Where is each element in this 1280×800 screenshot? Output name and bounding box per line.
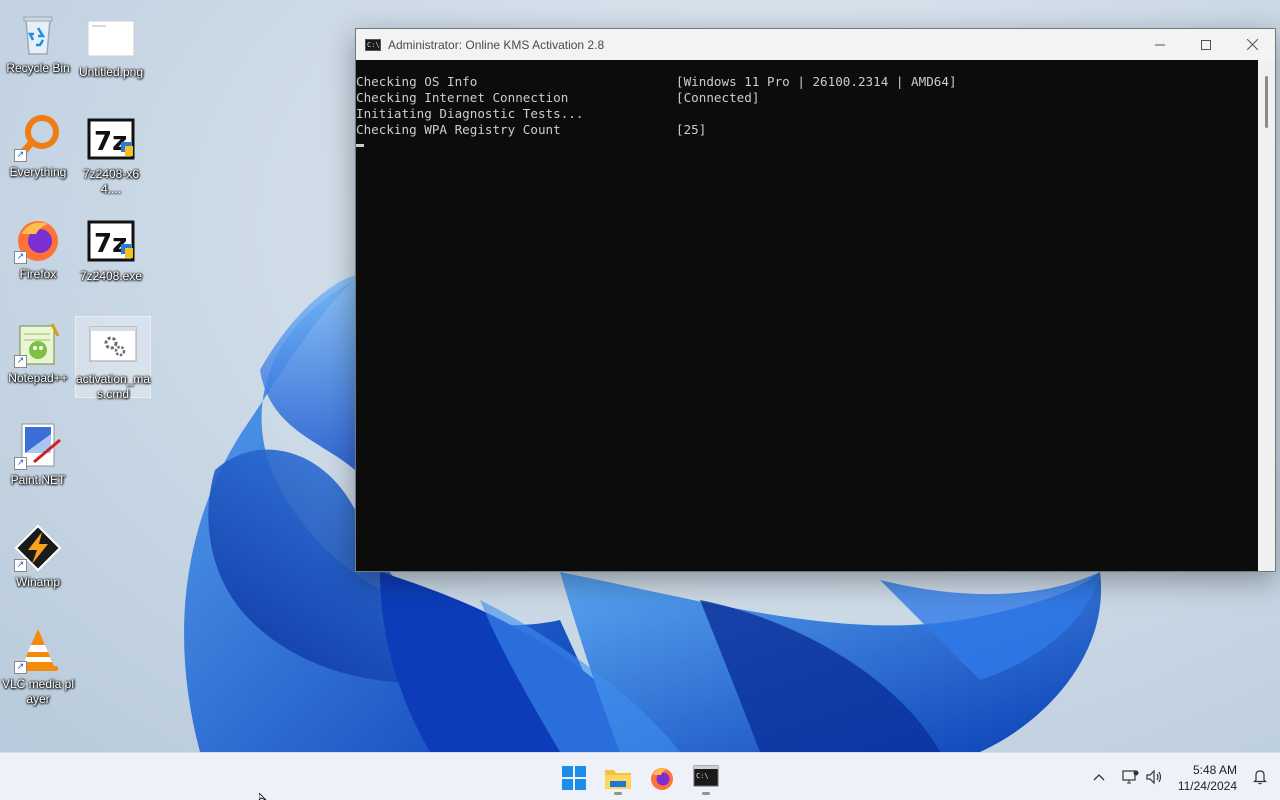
taskbar-start-button[interactable] [554,761,594,797]
console-line-key: Checking WPA Registry Count [356,122,561,137]
close-button[interactable] [1229,29,1275,60]
windows-start-icon [562,766,586,790]
desktop-icon-label: VLC media player [1,677,75,706]
console-line-key: Checking OS Info [356,74,478,89]
desktop-icon-label: Firefox [19,267,57,281]
network-ethernet-icon [1122,770,1139,784]
file-explorer-icon [605,770,631,789]
console-line: Initiating Diagnostic Tests... [356,106,1259,122]
desktop-icon-untitled-png[interactable]: Untitled.png [73,10,149,80]
vertical-scrollbar[interactable] [1258,60,1275,571]
console-line-key: Checking Internet Connection [356,90,569,105]
shortcut-arrow-icon: ↗ [14,457,27,470]
desktop-icon-7z2408-exe[interactable]: 7z 7z2408.exe [73,214,149,284]
desktop-icon-firefox[interactable]: ↗ Firefox [0,212,76,282]
7zip-installer-icon: 7z [87,218,135,266]
console-line: Checking Internet Connection [Connected] [356,90,1259,106]
maximize-icon [1201,39,1211,50]
console-line-key: Initiating Diagnostic Tests... [356,106,584,121]
bell-icon [1253,770,1267,785]
taskbar-clock[interactable]: 5:48 AM 11/24/2024 [1167,762,1237,794]
desktop-icon-label: Notepad++ [8,371,68,385]
desktop-icon-recycle-bin[interactable]: Recycle Bin [0,6,76,76]
taskbar: C:\ 5:48 AM 11/24/2024 [0,752,1280,800]
desktop-icon-label: 7z2408.exe [79,269,143,283]
console-line: Checking OS Info [Windows 11 Pro | 26100… [356,74,1259,90]
minimize-icon [1155,44,1165,45]
shortcut-arrow-icon: ↗ [14,149,27,162]
everything-search-icon: ↗ [14,114,62,162]
speaker-icon [1146,769,1162,785]
console-line: Checking WPA Registry Count [25] [356,122,1259,138]
7zip-installer-icon: 7z [87,116,135,164]
running-indicator [614,792,622,795]
system-tray: 5:48 AM 11/24/2024 [1080,753,1280,800]
shortcut-arrow-icon: ↗ [14,251,27,264]
firefox-icon: ↗ [14,216,62,264]
close-icon [1246,39,1258,50]
volume-button[interactable] [1144,767,1164,787]
console-line-value: [Windows 11 Pro | 26100.2314 | AMD64] [676,74,957,89]
text-cursor [356,144,364,147]
shortcut-arrow-icon: ↗ [14,661,27,674]
firefox-icon [651,768,673,790]
desktop-icon-label: 7z2408-x64.... [82,167,140,196]
taskbar-file-explorer[interactable] [598,761,638,797]
paintnet-icon: ↗ [14,422,62,470]
taskbar-firefox[interactable] [642,761,682,797]
shortcut-arrow-icon: ↗ [14,355,27,368]
desktop-icon-7z2408-x64[interactable]: 7z 7z2408-x64.... [73,112,149,197]
terminal-icon: C:\ [693,765,719,787]
svg-text:C:\: C:\ [696,772,709,780]
desktop-icon-label: Winamp [15,575,60,589]
desktop-icon-label: Everything [9,165,67,179]
desktop-icon-label: Recycle Bin [6,61,70,75]
clock-time: 5:48 AM [1192,763,1237,777]
mouse-pointer-icon [259,793,267,800]
chevron-up-icon [1093,774,1105,781]
scrollbar-thumb[interactable] [1265,76,1268,128]
desktop-icon-everything[interactable]: ↗ Everything [0,110,76,180]
recycle-bin-icon [14,10,62,58]
console-line-value: [Connected] [676,90,760,105]
running-indicator [702,792,710,795]
maximize-button[interactable] [1183,29,1229,60]
desktop-icon-vlc[interactable]: ↗ VLC media player [0,622,76,707]
notifications-button[interactable] [1250,767,1270,787]
window-titlebar[interactable]: C:\ Administrator: Online KMS Activation… [356,29,1275,60]
image-file-icon [87,14,135,62]
desktop-icon-label: Paint.NET [10,473,66,487]
console-output[interactable]: Checking OS Info [Windows 11 Pro | 26100… [356,60,1259,571]
notepadpp-icon: ↗ [14,320,62,368]
show-hidden-icons-button[interactable] [1089,767,1109,787]
desktop-icon-activation-mas-cmd[interactable]: activation_mas.cmd [75,316,151,401]
minimize-button[interactable] [1137,29,1183,60]
window-title: Administrator: Online KMS Activation 2.8 [388,37,605,52]
desktop-icon-label: activation_mas.cmd [75,372,151,401]
taskbar-command-prompt[interactable]: C:\ [686,761,726,797]
cmd-app-icon: C:\ [365,38,381,51]
cmd-file-icon [89,321,137,369]
vlc-icon: ↗ [14,626,62,674]
desktop-icon-label: Untitled.png [78,65,144,79]
console-window[interactable]: C:\ Administrator: Online KMS Activation… [355,28,1276,572]
shortcut-arrow-icon: ↗ [14,559,27,572]
network-status-button[interactable] [1120,767,1140,787]
console-line-value: [25] [676,122,707,137]
desktop-icon-winamp[interactable]: ↗ Winamp [0,520,76,590]
desktop-icon-notepadpp[interactable]: ↗ Notepad++ [0,316,76,386]
desktop-icon-paintnet[interactable]: ↗ Paint.NET [0,418,76,488]
clock-date: 11/24/2024 [1177,779,1237,793]
winamp-icon: ↗ [14,524,62,572]
